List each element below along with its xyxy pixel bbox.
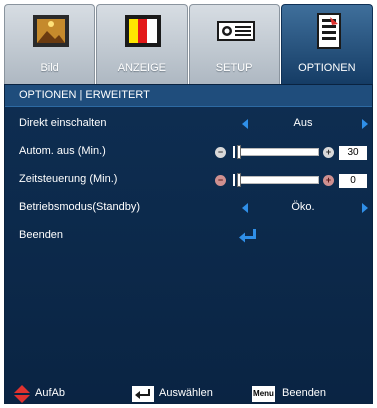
row-label: Direkt einschalten [19, 117, 107, 129]
arrow-left-icon[interactable] [242, 203, 248, 213]
settings-list-icon [316, 13, 341, 49]
menu-row-timer[interactable]: Zeitsteuerung (Min.) − + 0 [5, 169, 372, 191]
tab-bild[interactable]: Bild [4, 4, 96, 84]
row-value: Aus [293, 117, 313, 129]
tab-bar: Bild ANZEIGE SETUP OPTIONEN [4, 4, 373, 84]
tab-optionen[interactable]: OPTIONEN [280, 4, 373, 84]
slider-left-marker [233, 174, 235, 186]
arrow-left-icon[interactable] [242, 119, 248, 129]
arrow-right-icon[interactable] [362, 203, 368, 213]
increase-icon[interactable]: + [323, 147, 334, 158]
row-label: Beenden [19, 229, 64, 241]
tab-setup[interactable]: SETUP [188, 4, 280, 84]
enter-icon[interactable] [238, 228, 258, 244]
timer-slider[interactable] [237, 176, 319, 184]
timer-value: 0 [339, 174, 367, 188]
tab-label: SETUP [215, 62, 253, 74]
picture-icon [33, 15, 69, 47]
increase-icon[interactable]: + [323, 175, 334, 186]
tab-anzeige[interactable]: ANZEIGE [96, 4, 188, 84]
menu-key-icon: Menu [252, 386, 275, 402]
menu-panel: OPTIONEN | ERWEITERT Direkt einschalten … [4, 84, 373, 404]
slider-left-marker [233, 146, 235, 158]
footer-navigate-label: AufAb [35, 387, 65, 399]
row-label: Autom. aus (Min.) [19, 145, 106, 157]
menu-row-exit[interactable]: Beenden [5, 225, 372, 247]
footer-hints: AufAb Auswählen Menu Beenden [0, 382, 377, 408]
tab-label: Bild [40, 62, 59, 74]
slider-thumb[interactable] [237, 173, 241, 187]
footer-select-label: Auswählen [159, 387, 213, 399]
arrow-right-icon[interactable] [362, 119, 368, 129]
decrease-icon[interactable]: − [215, 147, 226, 158]
auto-off-slider[interactable] [237, 148, 319, 156]
footer-exit-label: Beenden [282, 387, 327, 399]
tab-label: ANZEIGE [117, 62, 167, 74]
color-bars-icon [125, 15, 162, 47]
menu-row-auto-off[interactable]: Autom. aus (Min.) − + 30 [5, 141, 372, 163]
projector-icon [216, 21, 255, 41]
enter-key-icon [132, 386, 154, 402]
menu-row-standby-mode[interactable]: Betriebsmodus(Standby) Öko. [5, 197, 372, 219]
row-label: Zeitsteuerung (Min.) [19, 173, 118, 185]
decrease-icon[interactable]: − [215, 175, 226, 186]
breadcrumb-text: OPTIONEN | ERWEITERT [19, 89, 150, 101]
auto-off-value: 30 [339, 146, 367, 160]
menu-row-direct-power[interactable]: Direkt einschalten Aus [5, 113, 372, 135]
tab-label: OPTIONEN [298, 62, 356, 74]
up-down-arrow-icon [14, 385, 30, 403]
breadcrumb: OPTIONEN | ERWEITERT [5, 85, 372, 107]
slider-thumb[interactable] [237, 145, 241, 159]
row-label: Betriebsmodus(Standby) [19, 201, 141, 213]
row-value: Öko. [291, 201, 315, 213]
